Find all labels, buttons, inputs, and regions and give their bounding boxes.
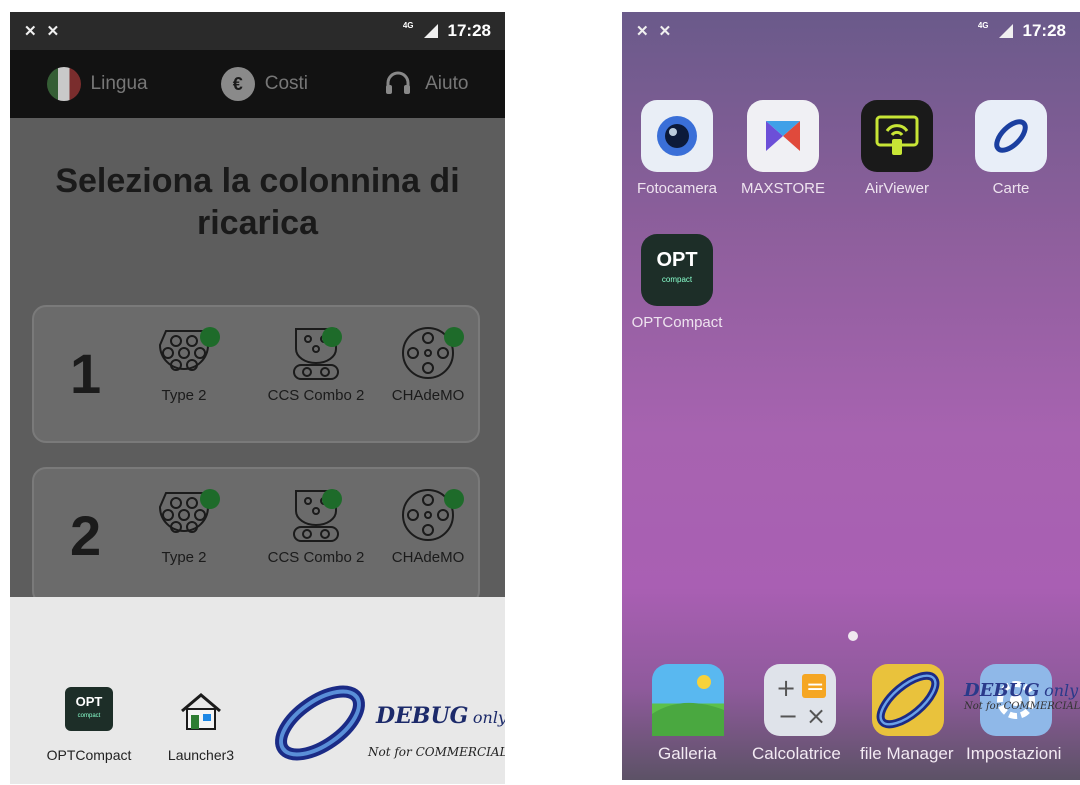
page-title: Seleziona la colonnina di ricarica [55,162,460,242]
station-number: 2 [70,504,102,567]
nav-language-label: Lingua [90,73,148,94]
swoosh-logo-icon [275,685,365,761]
svg-text:×: × [806,702,826,730]
watermark-subtext: Not for COMMERCIAL [368,745,505,759]
connector-ccs-combo2[interactable]: CCS Combo 2 [266,325,366,404]
dock-label-galleria: Galleria [658,744,717,763]
opt-icon-subtext: compact [661,275,693,284]
station-number: 1 [70,342,102,405]
app-airviewer[interactable]: AirViewer [842,100,952,197]
opt-icon: OPT compact [641,234,713,306]
dock-label-impostazioni: Impostazioni [966,744,1062,763]
connector-type2[interactable]: Type 2 [134,325,234,404]
app-label: Carte [992,180,1030,197]
charging-app-screen: ✕ ✕ 4G 17:28 Lingua € Costi Aiuto Selezi… [10,12,505,784]
app-optcompact[interactable]: OPT compact OPTCompact [622,234,732,331]
nav-help[interactable]: Aiuto [381,67,468,101]
available-status-dot [322,489,342,509]
app-maxstore[interactable]: MAXSTORE [728,100,838,197]
dock-label-calcolatrice: Calcolatrice [752,744,841,763]
debug-watermark: DEBUG only Not for COMMERCIAL [964,680,1080,712]
headset-icon [381,67,415,101]
recent-apps-bar: OPT compact OPTCompact Launcher3 DEBUG o… [10,597,505,784]
clock: 17:28 [447,21,491,40]
svg-text:+: + [776,674,796,702]
dock-label-file-manager: file Manager [860,744,954,763]
nav-costs-label: Costi [264,73,309,94]
euro-icon: € [220,67,255,101]
connector-chademo[interactable]: CHAdeMO [378,325,478,404]
top-navigation: Lingua € Costi Aiuto [10,50,505,118]
opt-icon-text: OPT [656,249,698,271]
house-icon [181,693,221,730]
no-signal-icon: ✕ [46,23,60,40]
available-status-dot [322,327,342,347]
connector-ccs-combo2[interactable]: CCS Combo 2 [266,487,366,566]
nav-language[interactable]: Lingua [46,67,148,101]
app-label: AirViewer [865,180,929,197]
no-signal-icon: ✕ [658,23,672,40]
connector-chademo[interactable]: CHAdeMO [378,487,478,566]
gallery-icon[interactable] [652,664,724,736]
clock: 17:28 [1022,21,1066,40]
station-card-1[interactable]: 1 Type 2 CCS Combo 2 CHAdeMO [32,305,480,443]
app-label: Fotocamera [636,180,718,197]
connector-label: CCS Combo 2 [267,387,365,404]
status-bar: ✕ ✕ 4G 17:28 [622,12,1080,50]
connector-label: CCS Combo 2 [267,549,365,566]
maxstore-icon [747,100,819,172]
available-status-dot [200,489,220,509]
app-fotocamera[interactable]: Fotocamera [622,100,732,197]
connector-label: Type 2 [161,387,207,404]
app-label: MAXSTORE [741,180,825,197]
file-manager-icon[interactable] [872,664,944,736]
connector-type2[interactable]: Type 2 [134,487,234,566]
available-status-dot [444,489,464,509]
watermark-suffix: only [472,708,505,727]
calculator-icon[interactable]: + = − × [764,664,836,736]
watermark-subtext: Not for COMMERCIAL [964,701,1080,712]
connector-label: Type 2 [161,549,207,566]
available-status-dot [444,327,464,347]
network-type: 4G [402,20,414,30]
station-card-2[interactable]: 2 Type 2 CCS Combo 2 CHAdeMO [32,467,480,605]
app-label: Launcher3 [167,747,235,763]
watermark-text: DEBUG [964,680,1040,701]
cards-icon [975,100,1047,172]
signal-icon [423,24,438,38]
connector-label: CHAdeMO [391,387,465,404]
svg-text:=: = [806,675,824,700]
nav-help-label: Aiuto [425,73,469,94]
airviewer-icon [861,100,933,172]
no-signal-icon: ✕ [636,23,649,40]
app-optcompact[interactable]: OPT compact OPTCompact [44,687,134,763]
nav-costs[interactable]: € Costi [220,67,309,101]
opt-icon-subtext: compact [77,713,101,719]
status-bar: ✕ ✕ 4G 17:28 [10,12,505,50]
app-carte[interactable]: Carte [956,100,1066,197]
opt-icon: OPT compact [65,687,113,731]
svg-text:−: − [778,702,798,730]
opt-icon-text: OPT [75,694,103,709]
app-launcher3[interactable]: Launcher3 [156,691,246,763]
app-label: OPTCompact [46,747,132,763]
signal-icon [998,24,1013,38]
app-label: OPTCompact [631,314,723,331]
page-indicator [848,631,858,641]
italy-flag-icon [46,67,81,101]
available-status-dot [200,327,220,347]
no-signal-icon: ✕ [24,23,37,40]
network-type: 4G [977,20,989,30]
camera-icon [641,100,713,172]
android-home-screen: ✕ ✕ 4G 17:28 Fotocamera MAXSTORE AirView… [622,12,1080,780]
watermark-text: DEBUG [376,703,469,729]
watermark-suffix: only [1044,681,1079,700]
connector-label: CHAdeMO [391,549,465,566]
